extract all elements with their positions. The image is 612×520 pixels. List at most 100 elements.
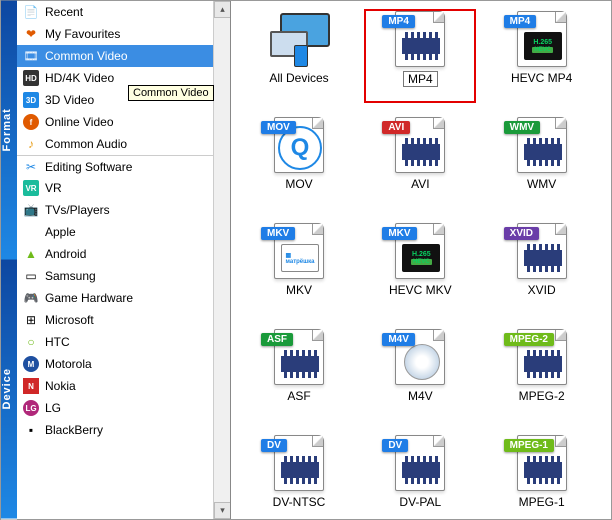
sidebar-item-my-favourites[interactable]: ❤My Favourites [17,23,230,45]
vr-icon: VR [23,180,39,196]
sidebar-item-recent[interactable]: 📄Recent [17,1,230,23]
format-badge: DV [261,439,287,452]
sidebar-item-online-video[interactable]: f Online Video [17,111,230,133]
sidebar-item-blackberry[interactable]: ▪BlackBerry [17,419,230,441]
format-thumbnail: MPEG-2 [510,327,574,385]
format-label: HEVC MP4 [511,71,572,85]
format-label: ASF [287,389,310,403]
sidebar-item-htc[interactable]: ○HTC [17,331,230,353]
sidebar-item-label: HTC [45,335,224,349]
format-thumbnail: XVID [510,221,574,279]
sidebar-item-label: Apple [45,225,224,239]
sidebar-item-microsoft[interactable]: ⊞Microsoft [17,309,230,331]
sidebar-item-motorola[interactable]: MMotorola [17,353,230,375]
format-asf[interactable]: ASF ASF [243,327,355,421]
format-badge: MPEG-2 [504,333,554,346]
tv-icon: 📺 [23,202,39,218]
format-xvid[interactable]: XVIDXVID [486,221,598,315]
sidebar-item-common-audio[interactable]: ♪ Common Audio [17,133,230,155]
tooltip: Common Video [128,85,214,101]
scroll-up-button[interactable]: ▴ [214,1,230,18]
sidebar-item-label: Microsoft [45,313,224,327]
format-grid-panel: All DevicesMP4MP4H.265HEVCMP4HEVC MP4QMO… [231,1,611,519]
samsung-icon: ▭ [23,268,39,284]
sidebar-item-label: Game Hardware [45,291,224,305]
format-label: AVI [411,177,429,191]
format-badge: M4V [382,333,415,346]
format-m4v[interactable]: M4VM4V [364,327,476,421]
sidebar-item-label: Online Video [45,115,224,129]
format-label: XVID [528,283,556,297]
format-label: MOV [285,177,312,191]
sidebar-item-game-hardware[interactable]: 🎮 Game Hardware [17,287,230,309]
format-mp4[interactable]: MP4 MP4 [364,9,476,103]
sidebar-item-label: Editing Software [45,160,224,174]
sidebar-item-android[interactable]: ▲ Android [17,243,230,265]
sidebar-item-label: Common Video [45,49,224,63]
format-hevc-mp4[interactable]: H.265HEVCMP4 HEVC MP4 [486,9,598,103]
format-avi[interactable]: AVIAVI [364,115,476,209]
format-mpeg-2[interactable]: MPEG-2MPEG-2 [486,327,598,421]
android-icon: ▲ [23,246,39,262]
format-label: WMV [527,177,556,191]
sidebar-item-tvs-players[interactable]: 📺 TVs/Players [17,199,230,221]
sidebar-scrollbar[interactable]: ▴ ▾ [213,1,230,519]
scroll-down-button[interactable]: ▾ [214,502,230,519]
format-label: HEVC MKV [389,283,452,297]
sidebar-item-label: Nokia [45,379,224,393]
format-mov[interactable]: QMOVMOV [243,115,355,209]
format-label: All Devices [269,71,328,85]
game-icon: 🎮 [23,290,39,306]
format-hevc-mkv[interactable]: H.265HEVCMKV HEVC MKV [364,221,476,315]
format-badge: AVI [382,121,410,134]
sidebar-item-nokia[interactable]: N Nokia [17,375,230,397]
category-rail: Format Device [1,1,17,519]
sidebar-item-samsung[interactable]: ▭Samsung [17,265,230,287]
rail-format[interactable]: Format [1,1,17,260]
format-thumbnail: AVI [388,115,452,173]
format-dv-pal[interactable]: DV DV-PAL [364,433,476,519]
heart-icon: ❤ [23,26,39,42]
audio-icon: ♪ [23,136,39,152]
format-thumbnail: ▦матрёшкаMKV [267,221,331,279]
sidebar-item-label: LG [45,401,224,415]
format-badge: MP4 [382,15,415,28]
format-badge: MP4 [504,15,537,28]
format-dv-ntsc[interactable]: DVDV-NTSC [243,433,355,519]
sidebar-item-vr[interactable]: VRVR [17,177,230,199]
lg-icon: LG [23,400,39,416]
editing-icon: ✂ [23,159,39,175]
hd-icon: HD [23,70,39,86]
format-thumbnail: H.265HEVCMKV [388,221,452,279]
sidebar-item-label: Android [45,247,224,261]
sidebar-item-apple[interactable]: Apple [17,221,230,243]
format-thumbnail: H.265HEVCMP4 [510,9,574,67]
motorola-icon: M [23,356,39,372]
sidebar-item-common-video[interactable]: 🎞Common Video [17,45,230,67]
format-thumbnail: M4V [388,327,452,385]
format-badge: XVID [504,227,539,240]
format-mpeg-1[interactable]: MPEG-1MPEG-1 [486,433,598,519]
format-badge: DV [382,439,408,452]
format-thumbnail: QMOV [267,115,331,173]
sidebar-item-lg[interactable]: LG LG [17,397,230,419]
format-badge: ASF [261,333,293,346]
format-badge: MPEG-1 [504,439,554,452]
online-video-icon: f [23,114,39,130]
format-all-devices[interactable]: All Devices [243,9,355,103]
rail-device[interactable]: Device [1,260,17,520]
sidebar-item-editing-software[interactable]: ✂ Editing Software [17,155,230,177]
format-mkv[interactable]: ▦матрёшкаMKVMKV [243,221,355,315]
sidebar-item-label: TVs/Players [45,203,224,217]
format-thumbnail: MPEG-1 [510,433,574,491]
nokia-icon: N [23,378,39,394]
format-wmv[interactable]: WMVWMV [486,115,598,209]
sidebar-item-label: Common Audio [45,137,224,151]
format-thumbnail: DV [267,433,331,491]
format-label: DV-PAL [399,495,441,509]
format-badge: MOV [261,121,296,134]
format-label: MP4 [403,71,438,87]
format-badge: MKV [382,227,416,240]
3d-icon: 3D [23,92,39,108]
format-badge: MKV [261,227,295,240]
